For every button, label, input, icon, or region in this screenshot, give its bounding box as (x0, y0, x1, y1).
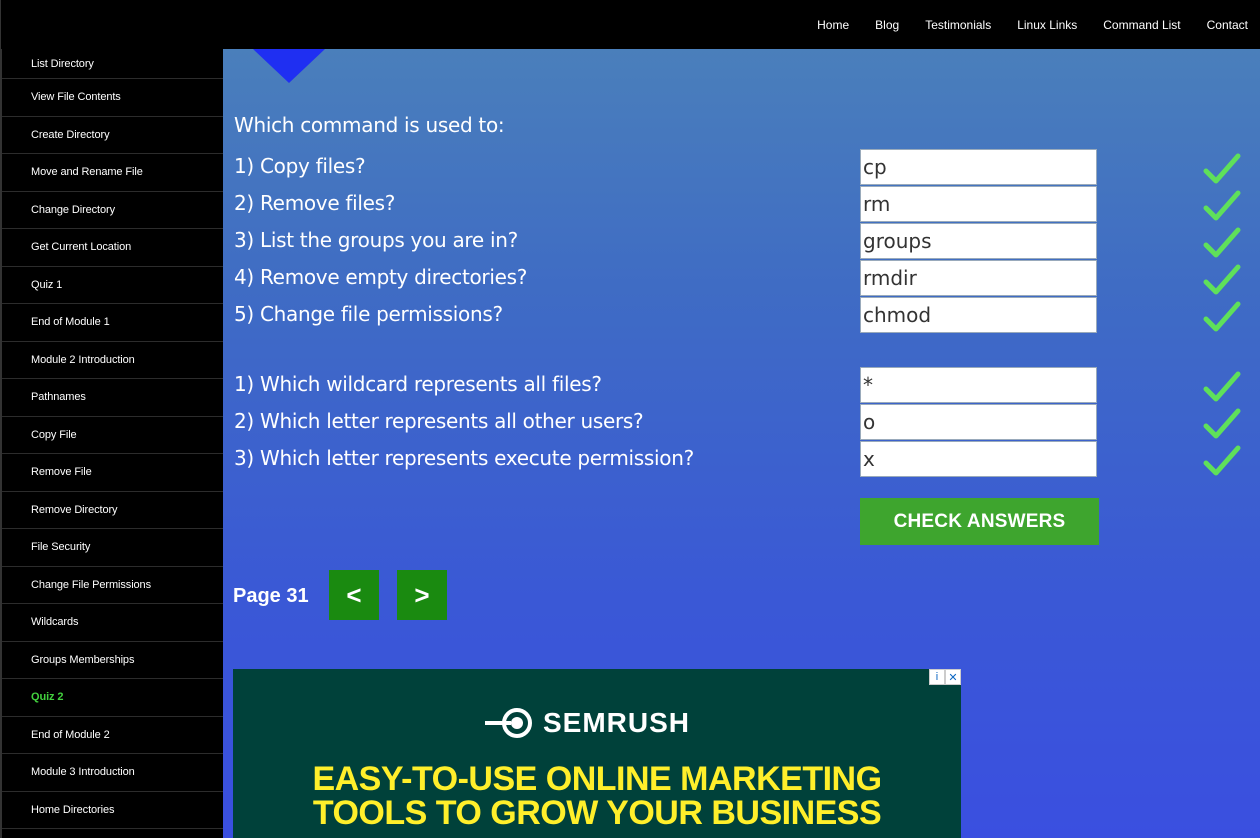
sidebar-item[interactable]: Quiz 1 (2, 267, 223, 304)
ad-info-icon[interactable]: i (929, 669, 945, 685)
sidebar-item[interactable]: Module 3 Introduction (2, 754, 223, 792)
nav-blog[interactable]: Blog (875, 18, 899, 32)
correct-check-icon (1203, 301, 1241, 332)
main-content: Which command is used to: 1) Copy files?… (223, 49, 1260, 838)
ad-brand-text: SEMRUSH (543, 707, 691, 738)
quiz-intro: Which command is used to: (234, 113, 505, 137)
sidebar-item[interactable]: File Security (2, 529, 223, 567)
page-number: Page 31 (233, 585, 309, 607)
sidebar-item[interactable]: Create Directory (2, 117, 223, 154)
answer-field[interactable]: chmod (860, 297, 1097, 333)
answer-field[interactable]: rm (860, 186, 1097, 222)
correct-check-icon (1203, 264, 1241, 295)
top-bar: Home Blog Testimonials Linux Links Comma… (0, 0, 1260, 49)
correct-check-icon (1203, 445, 1241, 476)
correct-check-icon (1203, 408, 1241, 439)
sidebar-item[interactable]: Wildcards (2, 604, 223, 642)
sidebar-item[interactable]: Quiz 2 (2, 679, 223, 717)
sidebar-item[interactable]: Change Directory (2, 192, 223, 229)
answer-field[interactable]: o (860, 404, 1097, 440)
sidebar: List Directory View File Contents Create D… (0, 49, 223, 838)
check-answers-button[interactable]: CHECK ANSWERS (860, 498, 1099, 545)
quiz-question: 1) Copy files? (234, 154, 366, 178)
sidebar-item[interactable]: Change File Permissions (2, 567, 223, 604)
quiz-question: 2) Which letter represents all other use… (234, 409, 644, 433)
nav-linux-links[interactable]: Linux Links (1017, 18, 1077, 32)
sidebar-item[interactable]: Move and Rename File (2, 154, 223, 192)
sidebar-item[interactable]: Pathnames (2, 379, 223, 417)
sidebar-item[interactable]: Groups Memberships (2, 642, 223, 679)
answer-field[interactable]: x (860, 441, 1097, 477)
sidebar-item[interactable]: View File Contents (2, 79, 223, 117)
nav-command-list[interactable]: Command List (1103, 18, 1180, 32)
sidebar-item[interactable]: Get Current Location (2, 229, 223, 267)
sidebar-item[interactable]: Copy File (2, 417, 223, 454)
answer-field[interactable]: cp (860, 149, 1097, 185)
nav-home[interactable]: Home (817, 18, 849, 32)
nav-testimonials[interactable]: Testimonials (925, 18, 991, 32)
correct-check-icon (1203, 153, 1241, 184)
nav-contact[interactable]: Contact (1207, 18, 1248, 32)
ad-close-icon[interactable]: ✕ (945, 669, 961, 685)
sidebar-item[interactable]: Remove File (2, 454, 223, 492)
top-nav: Home Blog Testimonials Linux Links Comma… (791, 0, 1260, 49)
quiz-question: 1) Which wildcard represents all files? (234, 372, 602, 396)
sidebar-item[interactable]: End of Module 1 (2, 304, 223, 342)
quiz-question: 4) Remove empty directories? (234, 265, 528, 289)
sidebar-item[interactable]: Module 2 Introduction (2, 342, 223, 379)
sidebar-item[interactable]: Home Directories (2, 792, 223, 829)
next-page-button[interactable]: > (397, 570, 447, 620)
correct-check-icon (1203, 190, 1241, 221)
advertisement[interactable]: i ✕ SEMRUSH EASY-TO-USE ONLINE MARKETING… (233, 669, 961, 838)
correct-check-icon (1203, 371, 1241, 402)
ad-brand: SEMRUSH (483, 707, 690, 739)
answer-field[interactable]: * (860, 367, 1097, 403)
sidebar-item[interactable]: List Directory (2, 49, 223, 79)
sidebar-item[interactable]: End of Module 2 (2, 717, 223, 754)
ad-controls: i ✕ (929, 669, 961, 685)
prev-page-button[interactable]: < (329, 570, 379, 620)
sidebar-item[interactable]: Remove Directory (2, 492, 223, 529)
quiz-question: 2) Remove files? (234, 191, 396, 215)
triangle-decoration (253, 49, 325, 83)
correct-check-icon (1203, 227, 1241, 258)
ad-headline-line1: EASY-TO-USE ONLINE MARKETING (312, 760, 882, 798)
ad-headline-line2: TOOLS TO GROW YOUR BUSINESS (312, 794, 882, 832)
quiz-question: 5) Change file permissions? (234, 302, 503, 326)
quiz-question: 3) Which letter represents execute permi… (234, 446, 694, 470)
semrush-logo-icon (485, 708, 532, 738)
quiz-question: 3) List the groups you are in? (234, 228, 518, 252)
answer-field[interactable]: groups (860, 223, 1097, 259)
answer-field[interactable]: rmdir (860, 260, 1097, 296)
